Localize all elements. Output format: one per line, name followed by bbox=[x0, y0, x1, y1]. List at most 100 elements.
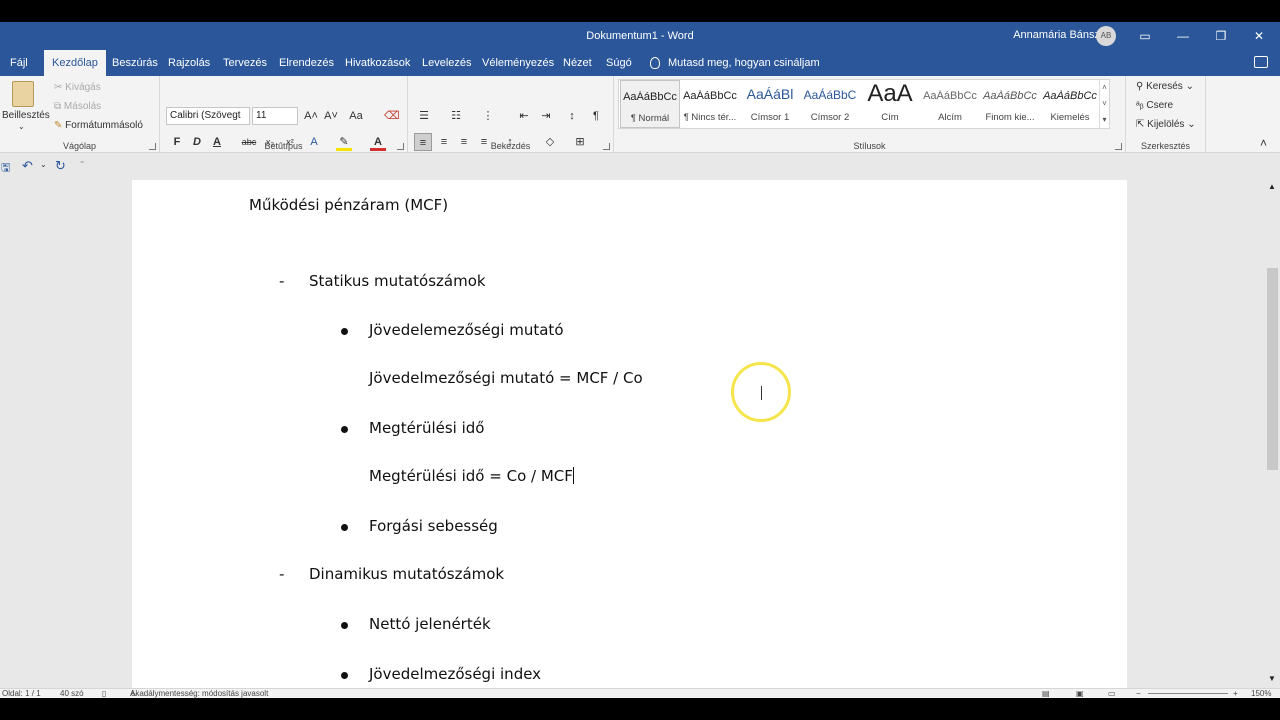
style-heading-2[interactable]: AaÁáBbC Címsor 2 bbox=[800, 80, 860, 128]
scroll-down-icon[interactable]: ▼ bbox=[1268, 674, 1276, 683]
increase-indent-icon[interactable]: ⇥ bbox=[538, 107, 554, 125]
list-item[interactable]: Forgási sebesség bbox=[369, 517, 498, 535]
decrease-indent-icon[interactable]: ⇤ bbox=[516, 107, 532, 125]
undo-chevron-icon[interactable]: ⌄ bbox=[40, 160, 47, 169]
repeat-icon[interactable]: ↻ bbox=[55, 158, 66, 174]
read-mode-icon[interactable]: ▤ bbox=[1042, 689, 1050, 698]
grow-font-icon[interactable]: A˄ bbox=[304, 107, 318, 125]
word-count[interactable]: 40 szó bbox=[60, 689, 84, 698]
font-launcher-icon[interactable] bbox=[397, 143, 404, 150]
font-name-box[interactable]: Calibri (Szövegt bbox=[166, 107, 250, 125]
sort-icon[interactable]: ↕ bbox=[564, 107, 580, 125]
tab-references[interactable]: Hivatkozások bbox=[337, 50, 418, 76]
zoom-in-icon[interactable]: + bbox=[1233, 689, 1238, 698]
show-marks-icon[interactable]: ¶ bbox=[588, 107, 604, 125]
clear-formatting-icon[interactable]: ⌫ bbox=[384, 107, 400, 125]
tab-mailings[interactable]: Levelezés bbox=[414, 50, 480, 76]
style-heading-1[interactable]: AaÁáBl Címsor 1 bbox=[740, 80, 800, 128]
formula-line[interactable]: Megtérülési idő = Co / MCF bbox=[369, 467, 574, 485]
dash-marker: - bbox=[279, 565, 285, 583]
paste-icon[interactable] bbox=[12, 81, 34, 107]
styles-launcher-icon[interactable] bbox=[1115, 143, 1122, 150]
ribbon-display-options-icon[interactable]: ▭ bbox=[1126, 22, 1164, 50]
font-size-box[interactable]: 11 bbox=[252, 107, 298, 125]
zoom-level[interactable]: 150% bbox=[1251, 689, 1271, 698]
change-case-icon[interactable]: Aa bbox=[346, 107, 366, 125]
format-painter-button[interactable]: ✎ Formátummásoló bbox=[54, 120, 143, 131]
tab-layout[interactable]: Elrendezés bbox=[271, 50, 342, 76]
more-icon[interactable]: ▾ bbox=[1100, 112, 1109, 128]
tab-review[interactable]: Véleményezés bbox=[474, 50, 562, 76]
list-item[interactable]: Megtérülési idő bbox=[369, 419, 485, 437]
group-label-editing: Szerkesztés bbox=[1140, 141, 1191, 151]
comments-icon[interactable] bbox=[1254, 56, 1268, 68]
cut-button[interactable]: ✂ Kivágás bbox=[54, 82, 101, 93]
numbering-icon[interactable]: ☷ bbox=[448, 107, 464, 125]
tell-me-label: Mutasd meg, hogyan csináljam bbox=[668, 57, 820, 69]
search-icon: ⚲ bbox=[1136, 81, 1147, 92]
select-button[interactable]: ⇱ Kijelölés ⌄ bbox=[1136, 119, 1196, 130]
list-item[interactable]: Jövedelemezőségi mutató bbox=[369, 321, 564, 339]
paste-chevron-icon[interactable]: ⌄ bbox=[18, 122, 25, 131]
chevron-down-icon[interactable]: ˅ bbox=[1100, 96, 1109, 112]
style-emphasis[interactable]: AaÁáBbCc Kiemelés bbox=[1040, 80, 1100, 128]
formula-line[interactable]: Jövedelmezőségi mutató = MCF / Co bbox=[369, 369, 643, 387]
shrink-font-icon[interactable]: A˅ bbox=[324, 107, 338, 125]
clipboard-launcher-icon[interactable] bbox=[149, 143, 156, 150]
chevron-up-icon[interactable]: ˄ bbox=[1100, 80, 1109, 96]
cursor-icon: ⇱ bbox=[1136, 119, 1148, 130]
proofing-icon[interactable]: ▯ bbox=[102, 689, 106, 698]
section-heading[interactable]: Dinamikus mutatószámok bbox=[309, 565, 504, 583]
style-normal[interactable]: AaÁáBbCc ¶ Normál bbox=[620, 80, 680, 128]
tab-home[interactable]: Kezdőlap bbox=[44, 50, 106, 76]
undo-icon[interactable]: ↶ bbox=[22, 158, 33, 174]
replace-icon: ᵃᵦ bbox=[1136, 100, 1147, 111]
replace-button[interactable]: ᵃᵦ Csere bbox=[1136, 100, 1173, 111]
web-layout-icon[interactable]: ▭ bbox=[1108, 689, 1116, 698]
ribbon-tabs: Fájl Kezdőlap Beszúrás Rajzolás Tervezés… bbox=[0, 50, 1280, 76]
style-title[interactable]: AaA Cím bbox=[860, 80, 920, 128]
collapse-ribbon-icon[interactable]: ˄ bbox=[1260, 136, 1267, 150]
user-name[interactable]: Annamária Bánszki bbox=[1013, 29, 1108, 41]
page-count[interactable]: Oldal: 1 / 1 bbox=[2, 689, 41, 698]
copy-button[interactable]: ⧉ Másolás bbox=[54, 101, 101, 112]
document-heading[interactable]: Működési pénzáram (MCF) bbox=[249, 196, 448, 214]
list-item[interactable]: Jövedelmezőségi index bbox=[369, 665, 541, 683]
style-no-spacing[interactable]: AaÁáBbCc ¶ Nincs tér... bbox=[680, 80, 740, 128]
bullets-icon[interactable]: ☰ bbox=[416, 107, 432, 125]
style-subtle-emphasis[interactable]: AaÁáBbCc Finom kie... bbox=[980, 80, 1040, 128]
scrollbar-thumb[interactable] bbox=[1267, 268, 1278, 470]
tell-me-search[interactable]: Mutasd meg, hogyan csináljam bbox=[650, 50, 820, 76]
document-page[interactable]: Működési pénzáram (MCF) - Statikus mutat… bbox=[132, 180, 1127, 698]
copy-icon: ⧉ bbox=[54, 101, 64, 112]
tab-insert[interactable]: Beszúrás bbox=[104, 50, 166, 76]
styles-scroll[interactable]: ˄ ˅ ▾ bbox=[1099, 80, 1109, 128]
customize-qat-icon[interactable]: ⁼ bbox=[80, 159, 84, 168]
avatar[interactable]: AB bbox=[1096, 26, 1116, 46]
brush-icon: ✎ bbox=[54, 120, 66, 131]
paste-button[interactable]: Beillesztés bbox=[2, 110, 50, 121]
find-button[interactable]: ⚲ Keresés ⌄ bbox=[1136, 81, 1194, 92]
tab-draw[interactable]: Rajzolás bbox=[160, 50, 218, 76]
group-clipboard: Beillesztés ⌄ ✂ Kivágás ⧉ Másolás ✎ Form… bbox=[0, 76, 160, 153]
save-icon[interactable]: 🖫 bbox=[1, 159, 10, 178]
paragraph-launcher-icon[interactable] bbox=[603, 143, 610, 150]
zoom-slider[interactable] bbox=[1148, 693, 1228, 694]
zoom-out-icon[interactable]: − bbox=[1136, 689, 1141, 698]
style-subtitle[interactable]: AaÁáBbCc Alcím bbox=[920, 80, 980, 128]
section-heading[interactable]: Statikus mutatószámok bbox=[309, 272, 486, 290]
print-layout-icon[interactable]: ▣ bbox=[1076, 689, 1084, 698]
restore-button[interactable]: ❐ bbox=[1202, 22, 1240, 50]
tab-file[interactable]: Fájl bbox=[2, 50, 36, 76]
group-label-clipboard: Vágólap bbox=[62, 141, 97, 151]
multilevel-list-icon[interactable]: ⋮ bbox=[480, 107, 496, 125]
tab-design[interactable]: Tervezés bbox=[215, 50, 275, 76]
tab-view[interactable]: Nézet bbox=[555, 50, 600, 76]
list-item[interactable]: Nettó jelenérték bbox=[369, 615, 491, 633]
scroll-up-icon[interactable]: ▲ bbox=[1268, 182, 1276, 191]
close-button[interactable]: ✕ bbox=[1240, 22, 1278, 50]
minimize-button[interactable]: — bbox=[1164, 22, 1202, 50]
word-window: Dokumentum1 - Word Annamária Bánszki AB … bbox=[0, 22, 1280, 698]
tab-help[interactable]: Súgó bbox=[598, 50, 640, 76]
bullet-marker bbox=[341, 328, 348, 335]
